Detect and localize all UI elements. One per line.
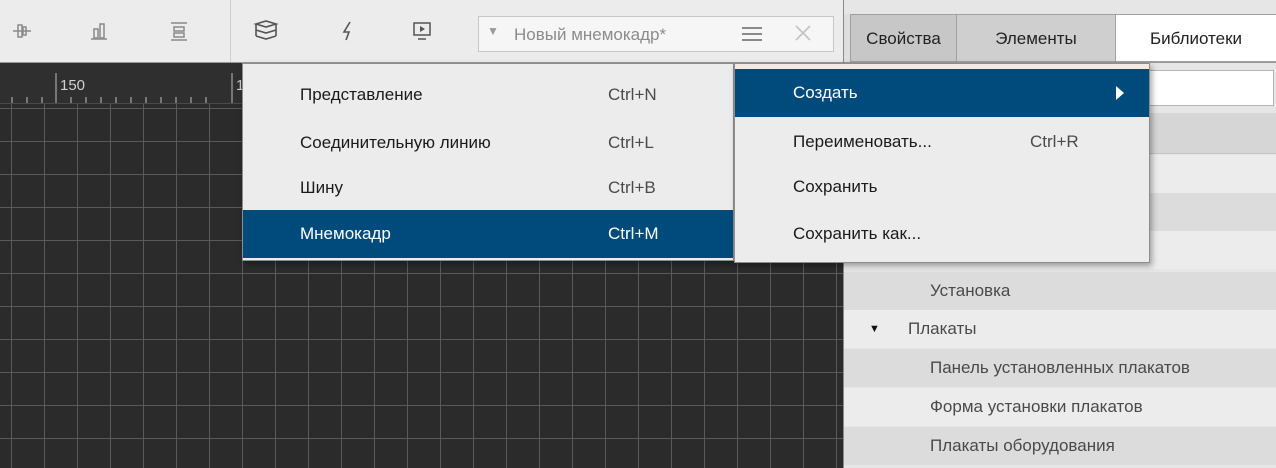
menu-item-shortcut: Ctrl+R (1030, 132, 1079, 151)
tree-item-label: Плакаты оборудования (930, 436, 1115, 455)
lightning-icon[interactable] (335, 18, 361, 44)
menu-item-label: Соединительную линию (300, 133, 491, 152)
tree-item-label: Плакаты (908, 319, 977, 338)
menu-item-connecting-line[interactable]: Соединительную линию Ctrl+L (243, 119, 733, 167)
tab-libraries[interactable]: Библиотеки (1116, 14, 1276, 62)
toolbar-separator (230, 0, 231, 62)
menu-item-mnemonic-frame[interactable]: Мнемокадр Ctrl+M (243, 210, 733, 258)
tree-item-posters-form[interactable]: Форма установки плакатов (844, 388, 1276, 426)
toolbar: ▼ Новый мнемокадр* (0, 0, 843, 63)
layers-icon[interactable] (253, 18, 279, 44)
menu-item-shortcut: Ctrl+B (608, 178, 656, 197)
frame-selector-value: Новый мнемокадр* (514, 25, 667, 44)
menu-item-label: Сохранить (793, 177, 878, 196)
tree-group-posters[interactable]: ▼ Плакаты (844, 310, 1276, 348)
align-center-icon[interactable] (9, 18, 35, 44)
tab-elements[interactable]: Элементы (957, 14, 1116, 62)
submenu-arrow-icon (1116, 86, 1124, 100)
hamburger-icon[interactable] (739, 21, 765, 52)
tree-item-installation[interactable]: Установка (844, 272, 1276, 310)
menu-item-create[interactable]: Создать (735, 69, 1149, 117)
tree-item-label: Панель установленных плакатов (930, 358, 1190, 377)
panel-tabs: Свойства Элементы Библиотеки (844, 14, 1276, 63)
menu-item-representation[interactable]: Представление Ctrl+N (243, 71, 733, 119)
menu-item-label: Шину (300, 178, 343, 197)
tree-item-label: Форма установки плакатов (930, 397, 1143, 416)
menu-item-save[interactable]: Сохранить (735, 163, 1149, 211)
tree-item-equipment-posters[interactable]: Плакаты оборудования (844, 427, 1276, 465)
menu-item-bus[interactable]: Шину Ctrl+B (243, 164, 733, 212)
frame-selector-combo[interactable]: ▼ Новый мнемокадр* (478, 16, 834, 52)
menu-item-shortcut: Ctrl+L (608, 133, 654, 152)
editor-window: ▼ Новый мнемокадр* 150 1 Свойства Элемен… (0, 0, 1276, 468)
menu-item-rename[interactable]: Переименовать... Ctrl+R (735, 118, 1149, 166)
create-submenu: Представление Ctrl+N Соединительную лини… (242, 63, 734, 261)
close-icon[interactable] (791, 21, 815, 50)
preview-screen-icon[interactable] (409, 18, 435, 44)
tree-item-label: Установка (930, 281, 1011, 300)
tree-item-posters-panel[interactable]: Панель установленных плакатов (844, 349, 1276, 387)
tab-properties[interactable]: Свойства (850, 14, 957, 62)
align-bottom-icon[interactable] (86, 18, 112, 44)
menu-item-shortcut: Ctrl+N (608, 85, 657, 104)
triangle-down-icon[interactable]: ▼ (869, 310, 880, 348)
menu-item-label: Переименовать... (793, 132, 932, 151)
menu-item-save-as[interactable]: Сохранить как... (735, 210, 1149, 258)
menu-item-label: Мнемокадр (300, 224, 391, 243)
frame-menu: Создать Переименовать... Ctrl+R Сохранит… (734, 63, 1150, 263)
distribute-vertical-icon[interactable] (166, 18, 192, 44)
menu-item-shortcut: Ctrl+M (608, 224, 659, 243)
menu-item-label: Создать (793, 83, 858, 102)
menu-item-label: Сохранить как... (793, 224, 922, 243)
triangle-down-icon[interactable]: ▼ (487, 24, 499, 38)
menu-item-label: Представление (300, 85, 423, 104)
